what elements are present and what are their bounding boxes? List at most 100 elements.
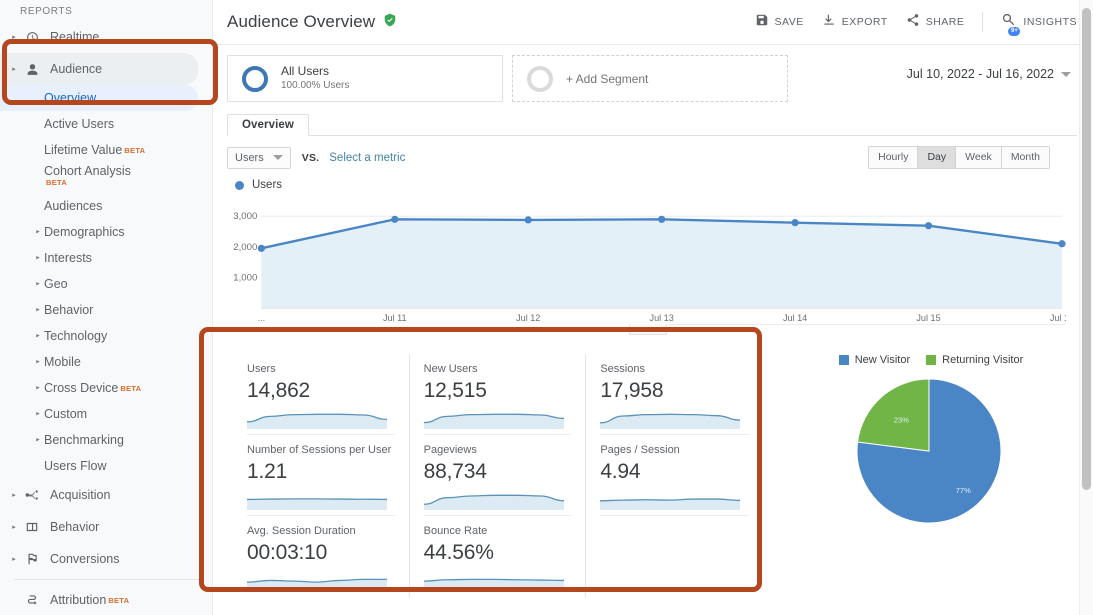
sidebar-item-realtime[interactable]: ▸ Realtime: [0, 21, 212, 53]
save-label: SAVE: [774, 16, 804, 28]
date-range-picker[interactable]: Jul 10, 2022 - Jul 16, 2022: [907, 55, 1077, 81]
sidebar-item-acquisition[interactable]: ▸ Acquisition: [0, 479, 212, 511]
sidebar-item-label: Cross Device: [44, 381, 119, 395]
segment-all-users[interactable]: All Users 100.00% Users: [227, 55, 503, 102]
users-line-chart[interactable]: 3,000 2,000 1,000... Jul 11 Jul 12 Jul 13 Jul …: [227, 196, 1066, 324]
metric-sparkline: [247, 413, 387, 429]
metric-card[interactable]: Pageviews 88,734: [410, 435, 587, 516]
metric-value: 17,958: [600, 379, 664, 402]
sidebar-item-label: Overview: [44, 91, 97, 105]
granularity-week[interactable]: Week: [956, 147, 1002, 168]
granularity-hourly[interactable]: Hourly: [869, 147, 919, 168]
sidebar-item-custom[interactable]: ▸ Custom: [0, 401, 212, 427]
export-button[interactable]: EXPORT: [822, 13, 888, 32]
beta-badge: BETA: [108, 595, 130, 605]
insights-button[interactable]: 9+ INSIGHTS: [1001, 12, 1077, 36]
metric-card[interactable]: Sessions 17,958: [586, 354, 763, 435]
metric-title: Bounce Rate: [423, 525, 488, 537]
metric-title: Number of Sessions per User: [247, 444, 392, 456]
pie-legend-new-visitor[interactable]: New Visitor: [838, 354, 911, 366]
metric-sparkline: [600, 413, 741, 429]
sidebar-item-audience[interactable]: ▸ Audience: [0, 53, 198, 85]
chevron-right-icon: ▸: [12, 555, 16, 563]
verified-shield-icon: [383, 13, 397, 32]
chevron-down-icon: [1061, 71, 1071, 77]
sidebar-item-interests[interactable]: ▸ Interests: [0, 245, 212, 271]
sidebar-item-label: Benchmarking: [44, 433, 124, 447]
svg-text:Jul 16: Jul 16: [1050, 313, 1066, 323]
chevron-down-icon: [272, 155, 283, 160]
sidebar: REPORTS ▸ Realtime ▸ Audience Overview A…: [0, 0, 213, 615]
sidebar-item-technology[interactable]: ▸ Technology: [0, 323, 212, 349]
metric-sparkline: [423, 494, 564, 510]
sidebar-item-benchmarking[interactable]: ▸ Benchmarking: [0, 427, 212, 453]
svg-text:Jul 13: Jul 13: [650, 313, 674, 323]
sidebar-item-geo[interactable]: ▸ Geo: [0, 271, 212, 297]
sidebar-item-users-flow[interactable]: Users Flow: [0, 453, 212, 479]
sidebar-item-behavior[interactable]: ▸ Behavior: [0, 511, 212, 543]
svg-text:Jul 12: Jul 12: [516, 313, 540, 323]
pie-legend-returning-visitor[interactable]: Returning Visitor: [926, 354, 1023, 366]
sidebar-item-conversions[interactable]: ▸ Conversions: [0, 543, 212, 575]
segments-row: All Users 100.00% Users + Add Segment Ju…: [213, 45, 1093, 102]
tab-overview[interactable]: Overview: [227, 114, 309, 136]
flag-icon: [20, 552, 44, 566]
sidebar-item-cohort-analysis[interactable]: Cohort Analysis BETA: [0, 163, 212, 193]
top-bar: Audience Overview SAVE EXPORT SHARE 9+ I…: [213, 0, 1093, 45]
sidebar-item-attribution[interactable]: Attribution BETA: [0, 584, 212, 615]
granularity-month[interactable]: Month: [1001, 147, 1049, 168]
page-title: Audience Overview: [227, 12, 376, 31]
export-icon: [822, 13, 836, 32]
segment-ring-placeholder-icon: [527, 65, 553, 92]
sidebar-item-cross-device[interactable]: ▸ Cross Device BETA: [0, 375, 212, 401]
beta-badge: BETA: [124, 145, 146, 155]
metric-value: 14,862: [247, 379, 311, 402]
sidebar-item-active-users[interactable]: Active Users: [0, 111, 212, 137]
share-button[interactable]: SHARE: [906, 13, 965, 32]
chevron-right-icon: ▸: [12, 65, 16, 73]
add-segment-button[interactable]: + Add Segment: [512, 55, 788, 102]
chevron-right-icon: ▸: [36, 358, 40, 366]
insights-label: INSIGHTS: [1023, 16, 1077, 28]
sidebar-item-lifetime-value[interactable]: Lifetime Value BETA: [0, 137, 212, 163]
visitor-pie-chart[interactable]: 77% 23%: [785, 376, 1073, 526]
svg-text:...: ...: [258, 313, 266, 323]
pie-legend-label: New Visitor: [854, 354, 911, 366]
metric-title: Users: [247, 363, 276, 375]
granularity-day[interactable]: Day: [918, 147, 957, 168]
select-metric-link[interactable]: Select a metric: [329, 152, 405, 164]
svg-text:Jul 14: Jul 14: [783, 313, 807, 323]
metric-title: Pageviews: [423, 444, 477, 456]
metric-card[interactable]: Pages / Session 4.94: [586, 435, 763, 516]
sidebar-item-audiences[interactable]: Audiences: [0, 193, 212, 219]
sidebar-item-mobile[interactable]: ▸ Mobile: [0, 349, 212, 375]
svg-text:3,000: 3,000: [233, 211, 257, 222]
chart-legend: Users: [213, 169, 1093, 191]
metric-card[interactable]: Avg. Session Duration 00:03:10: [233, 516, 410, 597]
sidebar-item-behavior-audience[interactable]: ▸ Behavior: [0, 297, 212, 323]
metric-title: Pages / Session: [600, 444, 680, 456]
segment-name: All Users: [281, 64, 330, 78]
insights-icon: 9+: [1001, 12, 1021, 36]
metric-value: 1.21: [247, 460, 288, 483]
sidebar-item-overview[interactable]: Overview: [0, 85, 198, 111]
chevron-right-icon: ▸: [12, 33, 16, 41]
metric-controls-row: Users VS. Select a metric Hourly Day Wee…: [213, 136, 1093, 169]
metric-card[interactable]: Users 14,862: [233, 354, 410, 435]
metric-sparkline: [247, 578, 387, 591]
person-icon: [20, 63, 44, 76]
scrollbar-thumb[interactable]: [1082, 8, 1091, 490]
metric-card[interactable]: Bounce Rate 44.56%: [410, 516, 587, 597]
sidebar-item-label: Active Users: [44, 117, 115, 131]
page-scrollbar[interactable]: [1079, 0, 1093, 615]
sidebar-item-label: Attribution: [50, 593, 107, 607]
metric-card[interactable]: New Users 12,515: [410, 354, 587, 435]
sidebar-item-label: Behavior: [44, 303, 94, 317]
annotations-toggle[interactable]: [629, 324, 667, 335]
legend-swatch-users: [235, 180, 244, 190]
sidebar-item-demographics[interactable]: ▸ Demographics: [0, 219, 212, 245]
metric-card[interactable]: Number of Sessions per User 1.21: [233, 435, 410, 516]
save-button[interactable]: SAVE: [755, 13, 804, 32]
behavior-icon: [20, 520, 44, 534]
metric-select[interactable]: Users: [227, 146, 291, 169]
